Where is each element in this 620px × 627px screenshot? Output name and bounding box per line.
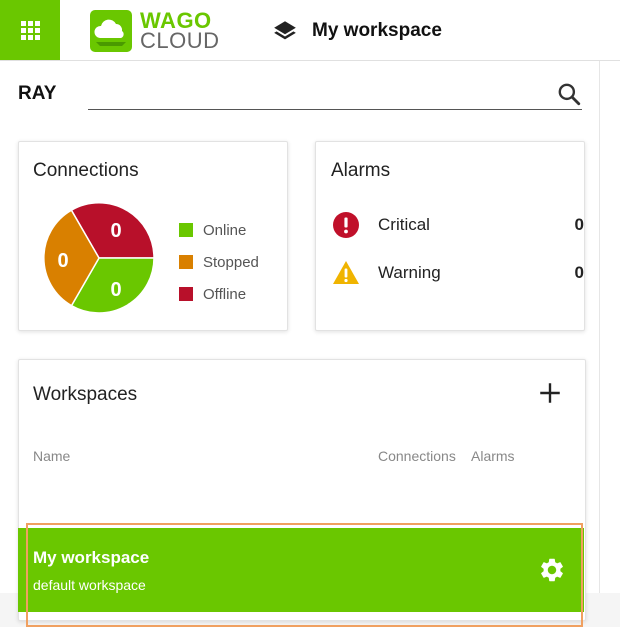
top-bar: WAGO CLOUD My workspace [0,0,620,61]
alarms-title: Alarms [331,160,391,181]
cloud-logo-icon [90,10,132,52]
alarm-row-critical[interactable]: Critical 0 [332,210,584,240]
gear-icon[interactable] [538,556,566,584]
alarm-count-critical: 0 [574,215,584,234]
critical-icon [333,212,359,238]
apps-grid-icon [20,20,40,40]
legend-swatch-stopped [179,255,193,269]
legend-label-online: Online [203,221,247,239]
connections-title: Connections [33,160,139,181]
main-content: RAY Connections 0 0 0 Online Stopped Off… [0,61,599,627]
alarms-card: Alarms Critical 0 Warning 0 [315,141,585,331]
logo-text-cloud: CLOUD [140,28,220,53]
search-icon[interactable] [556,81,582,107]
workspace-row-description: default workspace [33,577,146,593]
legend-item-stopped: Stopped [179,246,259,278]
connections-pie-chart: 0 0 0 [43,202,155,314]
wago-cloud-logo: WAGO CLOUD [90,9,220,53]
alarm-label-warning: Warning [378,263,441,282]
connections-legend: Online Stopped Offline [179,214,259,310]
vertical-scrollbar[interactable] [599,61,620,593]
legend-label-stopped: Stopped [203,253,259,271]
workspaces-title: Workspaces [33,384,138,405]
layers-icon [274,21,296,40]
add-workspace-icon[interactable] [537,380,563,406]
search-input[interactable] [88,79,552,109]
connections-card: Connections 0 0 0 Online Stopped Offline [18,141,288,331]
column-header-alarms[interactable]: Alarms [471,448,515,464]
warning-icon [333,261,359,284]
legend-swatch-online [179,223,193,237]
legend-item-online: Online [179,214,259,246]
alarm-count-warning: 0 [574,263,584,282]
legend-label-offline: Offline [203,285,247,303]
workspace-switcher[interactable]: My workspace [272,17,442,45]
user-name: RAY [18,83,57,104]
legend-item-offline: Offline [179,278,259,310]
workspace-title: My workspace [312,20,442,41]
alarm-row-warning[interactable]: Warning 0 [332,258,584,288]
column-header-connections[interactable]: Connections [378,448,456,464]
pie-label-stopped: 0 [57,250,68,272]
legend-swatch-offline [179,287,193,301]
column-header-name[interactable]: Name [33,448,70,464]
workspace-row-my-workspace[interactable]: My workspace default workspace [18,528,584,612]
search-bar [88,79,582,110]
pie-label-online: 0 [110,279,121,301]
apps-menu-button[interactable] [0,0,60,60]
workspace-row-name: My workspace [33,548,150,567]
pie-label-offline: 0 [110,220,121,242]
alarm-label-critical: Critical [378,215,430,234]
